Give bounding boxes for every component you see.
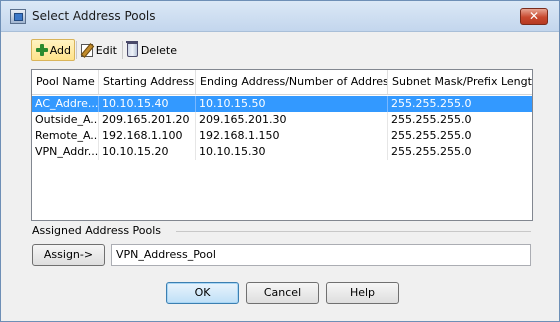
- table-row[interactable]: Remote_A... 192.168.1.100 192.168.1.150 …: [32, 128, 532, 144]
- subnet-mask-cell: 255.255.255.0: [391, 145, 472, 158]
- starting-address-cell: 10.10.15.40: [99, 96, 196, 112]
- column-header-ending-address[interactable]: Ending Address/Number of Addresses: [196, 70, 388, 94]
- ok-button[interactable]: OK: [166, 282, 239, 304]
- table-header: Pool Name Starting Address Ending Addres…: [32, 70, 532, 95]
- assigned-pools-label: Assigned Address Pools: [32, 224, 166, 237]
- column-header-subnet-mask[interactable]: Subnet Mask/Prefix Length: [388, 70, 532, 94]
- ending-address-cell: 209.165.201.30: [196, 112, 388, 128]
- pool-name-cell: AC_Addre...: [32, 96, 99, 112]
- column-header-pool-name[interactable]: Pool Name: [32, 70, 99, 94]
- pool-name-cell: VPN_Addr...: [32, 144, 99, 160]
- subnet-mask-cell: 255.255.255.0: [391, 113, 472, 126]
- starting-address-cell: 209.165.201.20: [99, 112, 196, 128]
- starting-address-cell: 192.168.1.100: [99, 128, 196, 144]
- starting-address-cell: 10.10.15.20: [99, 144, 196, 160]
- pool-name-cell: Outside_A...: [32, 112, 99, 128]
- subnet-mask-cell: 255.255.255.0: [391, 129, 472, 142]
- edit-button-label: Edit: [95, 43, 117, 57]
- app-icon: [10, 9, 26, 24]
- title-bar: Select Address Pools ✕: [1, 1, 559, 32]
- add-button-label: Add: [49, 43, 71, 57]
- assign-button[interactable]: Assign->: [32, 244, 105, 266]
- close-button[interactable]: ✕: [520, 8, 548, 25]
- trash-icon: [126, 41, 138, 57]
- help-button[interactable]: Help: [326, 282, 399, 304]
- column-header-starting-address[interactable]: Starting Address: [99, 70, 196, 94]
- select-address-pools-dialog: Select Address Pools ✕ Add Edit Delete P…: [0, 0, 560, 322]
- dialog-title: Select Address Pools: [32, 9, 156, 23]
- delete-button[interactable]: Delete: [123, 39, 181, 61]
- address-pools-table: Pool Name Starting Address Ending Addres…: [31, 69, 533, 221]
- pool-name-cell: Remote_A...: [32, 128, 99, 144]
- ending-address-cell: 10.10.15.50: [196, 96, 388, 112]
- table-row[interactable]: VPN_Addr... 10.10.15.20 10.10.15.30 255.…: [32, 144, 532, 160]
- assigned-pools-field[interactable]: VPN_Address_Pool: [111, 244, 531, 266]
- ending-address-cell: 10.10.15.30: [196, 144, 388, 160]
- ending-address-cell: 192.168.1.150: [196, 128, 388, 144]
- close-icon: ✕: [528, 9, 540, 23]
- delete-button-label: Delete: [140, 43, 177, 57]
- subnet-mask-cell: 255.255.255.0: [391, 97, 472, 110]
- table-row[interactable]: AC_Addre... 10.10.15.40 10.10.15.50 255.…: [32, 96, 532, 112]
- add-button[interactable]: Add: [31, 39, 75, 61]
- table-row[interactable]: Outside_A... 209.165.201.20 209.165.201.…: [32, 112, 532, 128]
- edit-icon: [81, 43, 93, 57]
- add-icon: [35, 43, 48, 57]
- edit-button[interactable]: Edit: [77, 39, 121, 61]
- cancel-button[interactable]: Cancel: [246, 282, 319, 304]
- group-divider: [176, 231, 531, 232]
